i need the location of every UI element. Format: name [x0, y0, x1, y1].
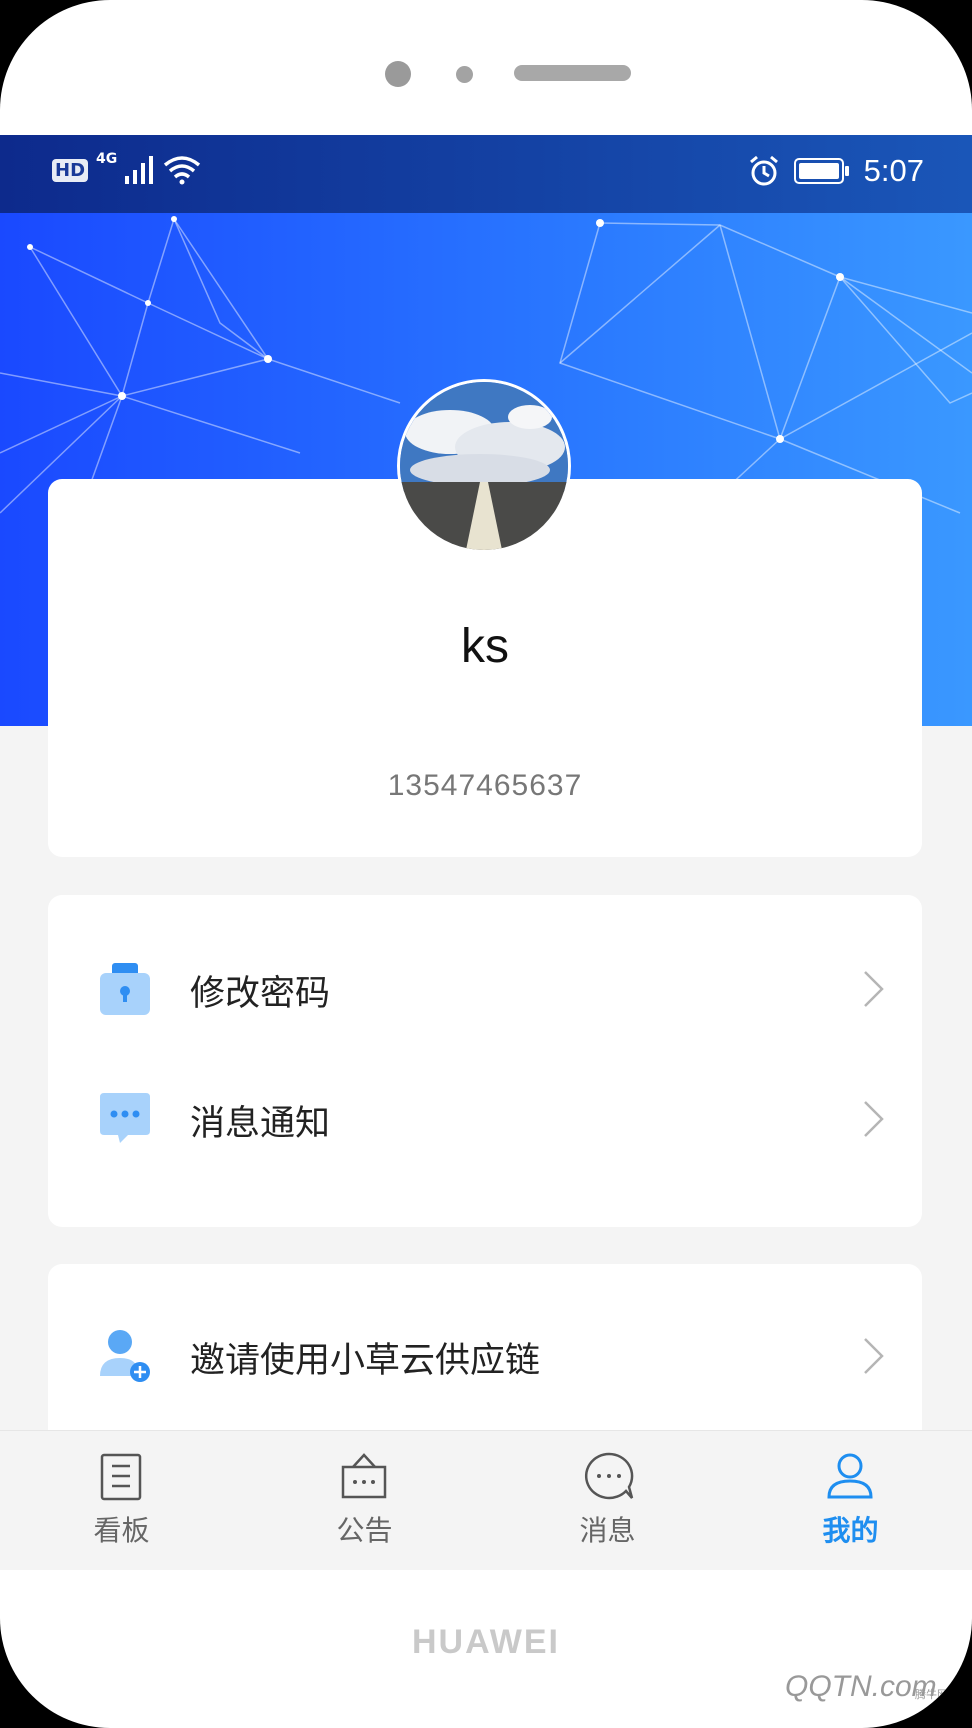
tab-messages[interactable]: 消息	[486, 1431, 729, 1570]
tab-label: 我的	[822, 1514, 879, 1547]
message-icon	[100, 1093, 150, 1143]
menu-label: 修改密码	[190, 974, 331, 1014]
alarm-icon	[749, 155, 778, 186]
announcement-icon	[341, 1453, 387, 1499]
device-brand-logo: HUAWEI	[412, 1623, 560, 1661]
menu-item-notifications[interactable]: 消息通知	[48, 1069, 922, 1169]
chevron-right-icon	[864, 1338, 884, 1374]
dashboard-icon	[100, 1453, 142, 1501]
screen: HD 4G 5:07 ks 13547465637 修改密码 消息通知 邀请使用…	[0, 135, 972, 1570]
sensor	[456, 66, 473, 83]
username: ks	[461, 620, 509, 673]
lock-icon	[100, 963, 150, 1015]
invite-user-icon	[100, 1330, 150, 1382]
chevron-right-icon	[864, 971, 884, 1007]
hd-badge: HD	[52, 158, 89, 182]
tab-dashboard[interactable]: 看板	[0, 1431, 243, 1570]
menu-label: 邀请使用小草云供应链	[190, 1341, 541, 1381]
network-type: 4G	[96, 151, 118, 167]
avatar-image	[400, 382, 568, 550]
speaker-grille	[514, 65, 631, 81]
battery-icon	[793, 158, 849, 184]
tab-announcements[interactable]: 公告	[243, 1431, 486, 1570]
avatar[interactable]	[397, 379, 571, 553]
wifi-icon	[164, 156, 201, 185]
menu-item-invite[interactable]: 邀请使用小草云供应链	[48, 1306, 922, 1406]
watermark: QQTN.com	[785, 1670, 937, 1703]
status-bar: HD 4G 5:07	[0, 135, 972, 213]
user-icon	[827, 1453, 873, 1499]
tab-label: 看板	[93, 1514, 150, 1547]
tab-label: 公告	[336, 1514, 393, 1547]
signal-icon	[125, 156, 154, 184]
tab-label: 消息	[579, 1514, 636, 1547]
menu-item-change-password[interactable]: 修改密码	[48, 939, 922, 1039]
tab-mine[interactable]: 我的	[729, 1431, 972, 1570]
phone-frame: HD 4G 5:07 ks 13547465637 修改密码 消息通知 邀请使用…	[0, 0, 972, 1728]
chevron-right-icon	[864, 1101, 884, 1137]
settings-card: 修改密码 消息通知	[48, 895, 922, 1227]
chat-icon	[584, 1452, 634, 1500]
bottom-tab-bar: 看板 公告 消息 我的	[0, 1430, 972, 1570]
phone-number: 13547465637	[387, 769, 583, 802]
watermark-small: 腾牛网	[915, 1688, 948, 1701]
front-camera	[385, 61, 411, 87]
earpiece-area	[0, 0, 972, 135]
clock: 5:07	[863, 153, 924, 188]
menu-label: 消息通知	[190, 1104, 331, 1144]
